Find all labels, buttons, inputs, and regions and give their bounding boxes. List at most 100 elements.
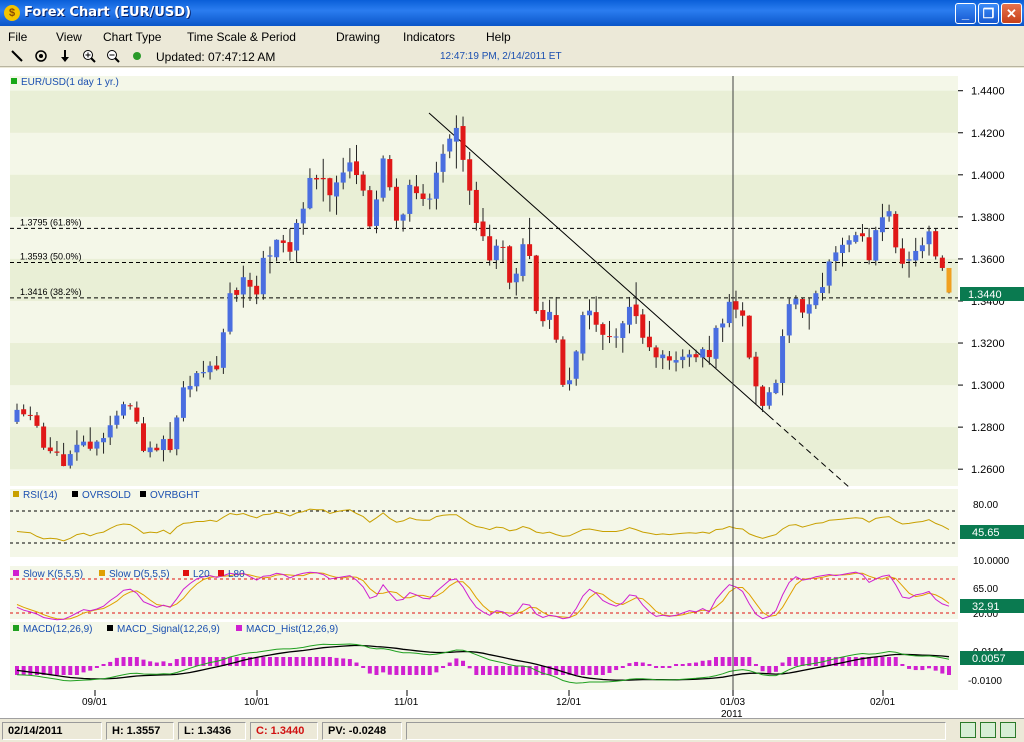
updated-time: Updated: 07:47:12 AM	[156, 50, 276, 64]
window-title: Forex Chart (EUR/USD)	[24, 5, 191, 20]
menu-indicators[interactable]: Indicators	[403, 30, 455, 44]
layout-icon[interactable]	[960, 722, 976, 738]
macd-hist-bar	[507, 666, 512, 675]
macd-hist-bar	[114, 657, 119, 666]
rsi-legend: RSI(14)	[23, 490, 57, 501]
arrow-down-icon[interactable]	[56, 49, 74, 65]
window-titlebar: $ Forex Chart (EUR/USD) _ ❐ ✕	[0, 0, 1024, 26]
macd-hist-bar	[520, 666, 525, 675]
macd-hist-bar	[287, 657, 292, 666]
price-tick-label: 1.2800	[971, 422, 1005, 434]
price-tick-label: 1.3000	[971, 380, 1005, 392]
macd-hist-bar	[88, 666, 93, 671]
macd-hist-bar	[600, 666, 605, 675]
macd-hist-bar	[394, 666, 399, 675]
fib-level-label: 1.3416 (38.2%)	[20, 287, 82, 297]
chart-area[interactable]: 1.3795 (61.8%) 1.3593 (50.0%) 1.3416 (38.2…	[0, 68, 1024, 720]
macd-hist-bar	[301, 657, 306, 666]
macd-hist-bar	[361, 666, 366, 668]
macd-hist-bar	[880, 657, 885, 666]
macd-legend: MACD(12,26,9)	[23, 624, 92, 635]
macd-hist-bar	[421, 666, 426, 675]
macd-hist-bar	[780, 662, 785, 666]
macd-hist-bar	[627, 663, 632, 666]
menu-view[interactable]: View	[56, 30, 82, 44]
macd-hist-bar	[873, 657, 878, 666]
macd-hist-bar	[700, 660, 705, 666]
macd-hist-bar	[141, 659, 146, 666]
x-tick-label: 12/01	[556, 697, 581, 708]
toolbar: Updated: 07:47:12 AM 12:47:19 PM, 2/14/2…	[0, 47, 1024, 67]
tile-windows-icon[interactable]	[980, 722, 996, 738]
candle	[380, 155, 386, 202]
macd-hist-bar	[54, 666, 59, 675]
macd-hist-bar	[574, 666, 579, 675]
x-tick-label: 01/03	[720, 697, 745, 708]
macd-hist-bar	[927, 666, 932, 669]
menu-file[interactable]: File	[8, 30, 27, 44]
macd-hist-bar	[607, 666, 612, 673]
price-tick-label: 1.3200	[971, 338, 1005, 350]
draw-line-icon[interactable]	[8, 49, 26, 65]
green-dot-icon[interactable]	[128, 49, 146, 65]
x-tick-label: 09/01	[82, 697, 107, 708]
cascade-windows-icon[interactable]	[1000, 722, 1016, 738]
candle	[873, 226, 879, 266]
close-button[interactable]: ✕	[1001, 3, 1022, 24]
menu-time-scale-period[interactable]: Time Scale & Period	[187, 30, 296, 44]
macd-hist-bar	[680, 664, 685, 666]
macd-tick-bottom: -0.0100	[968, 676, 1002, 687]
macd-hist-bar	[208, 657, 213, 666]
candle	[520, 238, 526, 282]
macd-hist-bar	[168, 663, 173, 666]
menu-bar: File View Chart Type Time Scale & Period…	[0, 26, 1024, 47]
macd-hist-bar	[947, 666, 951, 675]
macd-panel: MACD(12,26,9) MACD_Signal(12,26,9) MACD_…	[10, 622, 1024, 690]
macd-hist-bar	[933, 666, 938, 671]
zoom-in-icon[interactable]	[80, 49, 98, 65]
macd-hist-legend: MACD_Hist(12,26,9)	[246, 624, 338, 635]
price-legend-icon	[11, 78, 17, 84]
macd-hist-bar	[134, 657, 139, 666]
macd-hist-bar	[108, 661, 113, 666]
macd-hist-bar	[494, 666, 499, 675]
minimize-button[interactable]: _	[955, 3, 976, 24]
macd-hist-bar	[740, 657, 745, 666]
zoom-out-icon[interactable]	[104, 49, 122, 65]
menu-help[interactable]: Help	[486, 30, 511, 44]
macd-hist-bar	[720, 657, 725, 666]
macd-hist-bar	[714, 657, 718, 666]
macd-hist-bar	[694, 662, 699, 666]
candle	[220, 328, 226, 374]
target-icon[interactable]	[32, 49, 50, 65]
menu-chart-type[interactable]: Chart Type	[103, 30, 161, 44]
candle	[367, 185, 373, 229]
macd-hist-bar	[148, 661, 153, 666]
slowd-legend: Slow D(5,5,5)	[109, 569, 170, 580]
maximize-button[interactable]: ❐	[978, 3, 999, 24]
macd-hist-bar	[907, 666, 912, 669]
macd-hist-bar	[261, 657, 266, 666]
rsi-tick-80: 80.00	[973, 500, 998, 511]
macd-hist-bar	[614, 666, 619, 671]
macd-hist-bar	[481, 666, 485, 675]
macd-hist-bar	[813, 657, 818, 666]
menu-drawing[interactable]: Drawing	[336, 30, 380, 44]
macd-hist-bar	[188, 657, 193, 666]
macd-hist-bar	[321, 657, 326, 666]
candle	[260, 250, 266, 300]
macd-hist-bar	[747, 657, 752, 666]
stoch-tick-65: 65.00	[973, 584, 998, 595]
ovrsold-legend-icon	[72, 491, 78, 497]
macd-signal-legend-icon	[107, 625, 113, 631]
macd-hist-bar	[514, 666, 519, 675]
macd-hist-bar	[587, 666, 592, 675]
l80-legend: L80	[228, 569, 245, 580]
app-icon: $	[4, 5, 20, 21]
macd-hist-bar	[940, 666, 945, 674]
macd-hist-bar	[281, 657, 286, 666]
macd-hist-bar	[594, 666, 599, 675]
macd-hist-bar	[640, 662, 645, 666]
status-low: L: 1.3436	[178, 722, 246, 740]
macd-hist-bar	[687, 663, 692, 666]
